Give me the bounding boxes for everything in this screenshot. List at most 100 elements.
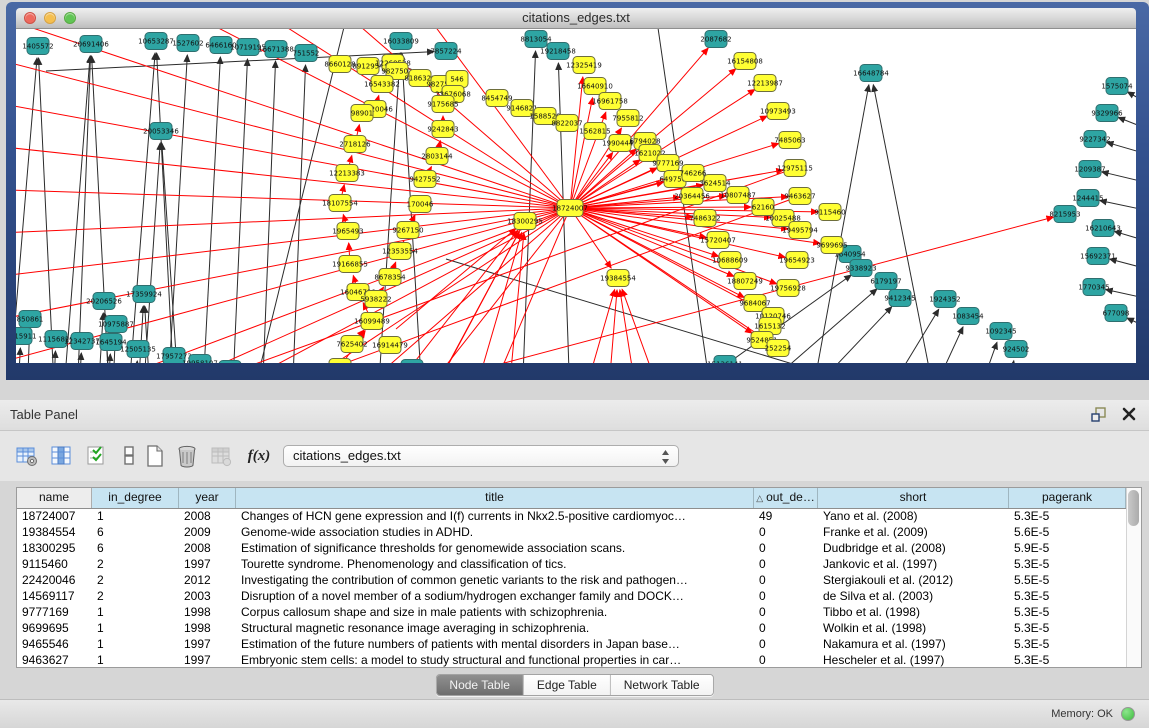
table-cell[interactable]: 5.3E-5 [1009, 621, 1126, 637]
table-cell[interactable]: Dudbridge et al. (2008) [818, 541, 1009, 557]
table-cell[interactable]: Investigating the contribution of common… [236, 573, 754, 589]
column-header-year[interactable]: year [179, 488, 236, 508]
table-cell[interactable]: de Silva et al. (2003) [818, 589, 1009, 605]
table-cell[interactable]: Corpus callosum shape and size in male p… [236, 605, 754, 621]
table-row[interactable]: 911546021997Tourette syndrome. Phenomeno… [17, 557, 1141, 573]
table-cell[interactable]: 5.3E-5 [1009, 509, 1126, 525]
table-row[interactable]: 1456911722003Disruption of a novel membe… [17, 589, 1141, 605]
tab-node-table[interactable]: Node Table [436, 675, 524, 695]
table-cell[interactable]: Hescheler et al. (1997) [818, 653, 1009, 668]
column-header-title[interactable]: title [236, 488, 754, 508]
table-cell[interactable]: 5.5E-5 [1009, 573, 1126, 589]
table-cell[interactable]: 5.3E-5 [1009, 589, 1126, 605]
select-all-check-icon[interactable] [84, 443, 110, 469]
table-cell[interactable]: Estimation of the future numbers of pati… [236, 637, 754, 653]
table-cell[interactable]: 9465546 [17, 637, 92, 653]
table-cell[interactable]: 1997 [179, 653, 236, 668]
table-cell[interactable]: Embryonic stem cells: a model to study s… [236, 653, 754, 668]
graph-node-teal[interactable] [219, 361, 241, 364]
table-cell[interactable]: Tibbo et al. (1998) [818, 605, 1009, 621]
table-cell[interactable]: 0 [754, 589, 818, 605]
graph-canvas[interactable]: 1872400714055722069140610653287152760264… [16, 29, 1136, 363]
table-cell[interactable]: Disruption of a novel member of a sodium… [236, 589, 754, 605]
table-cell[interactable]: 0 [754, 557, 818, 573]
table-row[interactable]: 1830029562008Estimation of significance … [17, 541, 1141, 557]
graph-node-teal[interactable] [401, 360, 423, 364]
table-cell[interactable]: 0 [754, 621, 818, 637]
table-cell[interactable]: 2008 [179, 509, 236, 525]
table-cell[interactable]: 5.6E-5 [1009, 525, 1126, 541]
table-row[interactable]: 977716911998Corpus callosum shape and si… [17, 605, 1141, 621]
table-row[interactable]: 1938455462009Genome-wide association stu… [17, 525, 1141, 541]
table-cell[interactable]: 9115460 [17, 557, 92, 573]
tab-network-table[interactable]: Network Table [611, 675, 713, 695]
table-cell[interactable]: 1 [92, 605, 179, 621]
float-panel-icon[interactable] [1091, 406, 1107, 422]
table-cell[interactable]: 5.3E-5 [1009, 605, 1126, 621]
memory-status-indicator[interactable] [1121, 707, 1135, 721]
table-cell[interactable]: 18724007 [17, 509, 92, 525]
table-cell[interactable]: 0 [754, 541, 818, 557]
table-cell[interactable]: 9777169 [17, 605, 92, 621]
new-document-icon[interactable] [142, 443, 168, 469]
table-cell[interactable]: 1997 [179, 637, 236, 653]
tab-edge-table[interactable]: Edge Table [524, 675, 611, 695]
table-cell[interactable]: Stergiakouli et al. (2012) [818, 573, 1009, 589]
table-cell[interactable]: Changes of HCN gene expression and I(f) … [236, 509, 754, 525]
delete-trash-icon[interactable] [174, 443, 200, 469]
table-cell[interactable]: Structural magnetic resonance image aver… [236, 621, 754, 637]
table-cell[interactable]: 19384554 [17, 525, 92, 541]
scrollbar-thumb[interactable] [1128, 490, 1139, 526]
close-panel-icon[interactable] [1121, 406, 1137, 422]
table-cell[interactable]: Genome-wide association studies in ADHD. [236, 525, 754, 541]
table-cell[interactable]: 9699695 [17, 621, 92, 637]
table-cell[interactable]: 1 [92, 637, 179, 653]
table-cell[interactable]: 0 [754, 653, 818, 668]
table-cell[interactable]: 6 [92, 541, 179, 557]
column-header-pagerank[interactable]: pagerank [1009, 488, 1126, 508]
table-settings-icon[interactable] [14, 443, 40, 469]
table-cell[interactable]: 0 [754, 573, 818, 589]
table-cell[interactable]: Tourette syndrome. Phenomenology and cla… [236, 557, 754, 573]
table-cell[interactable]: 1 [92, 653, 179, 668]
table-cell[interactable]: 0 [754, 637, 818, 653]
close-window-button[interactable] [24, 12, 36, 24]
table-cell[interactable]: 9463627 [17, 653, 92, 668]
table-row[interactable]: 2242004622012Investigating the contribut… [17, 573, 1141, 589]
table-cell[interactable]: 49 [754, 509, 818, 525]
table-cell[interactable]: 1 [92, 509, 179, 525]
table-row[interactable]: 946554611997Estimation of the future num… [17, 637, 1141, 653]
table-cell[interactable]: Wolkin et al. (1998) [818, 621, 1009, 637]
table-cell[interactable]: Nakamura et al. (1997) [818, 637, 1009, 653]
minimize-window-button[interactable] [44, 12, 56, 24]
table-row[interactable]: 946362711997Embryonic stem cells: a mode… [17, 653, 1141, 668]
table-cell[interactable]: 1 [92, 621, 179, 637]
table-vertical-scrollbar[interactable] [1126, 488, 1141, 667]
table-cell[interactable]: 2 [92, 573, 179, 589]
column-header-in_degree[interactable]: in_degree [92, 488, 179, 508]
table-cell[interactable]: 5.9E-5 [1009, 541, 1126, 557]
table-cell[interactable]: 1997 [179, 557, 236, 573]
table-cell[interactable]: Franke et al. (2009) [818, 525, 1009, 541]
table-cell[interactable]: 2009 [179, 525, 236, 541]
table-cell[interactable]: 1998 [179, 621, 236, 637]
table-cell[interactable]: 5.3E-5 [1009, 557, 1126, 573]
rows-icon[interactable] [116, 443, 142, 469]
table-row[interactable]: 1872400712008Changes of HCN gene express… [17, 509, 1141, 525]
table-cell[interactable]: Estimation of significance thresholds fo… [236, 541, 754, 557]
table-cell[interactable]: 0 [754, 605, 818, 621]
graph-node-yellow[interactable] [329, 359, 351, 364]
table-cell[interactable]: 1998 [179, 605, 236, 621]
table-row[interactable]: 969969511998Structural magnetic resonanc… [17, 621, 1141, 637]
column-header-out_de[interactable]: △out_de… [754, 488, 818, 508]
function-builder-button[interactable]: f(x) [246, 443, 272, 469]
table-cell[interactable]: 6 [92, 525, 179, 541]
table-cell[interactable]: 2003 [179, 589, 236, 605]
table-cell[interactable]: 18300295 [17, 541, 92, 557]
table-cell[interactable]: 5.3E-5 [1009, 653, 1126, 668]
column-header-short[interactable]: short [818, 488, 1009, 508]
zoom-window-button[interactable] [64, 12, 76, 24]
table-column-icon[interactable] [48, 443, 74, 469]
window-titlebar[interactable]: citations_edges.txt [16, 8, 1136, 29]
table-selector-dropdown[interactable]: citations_edges.txt [283, 445, 679, 467]
